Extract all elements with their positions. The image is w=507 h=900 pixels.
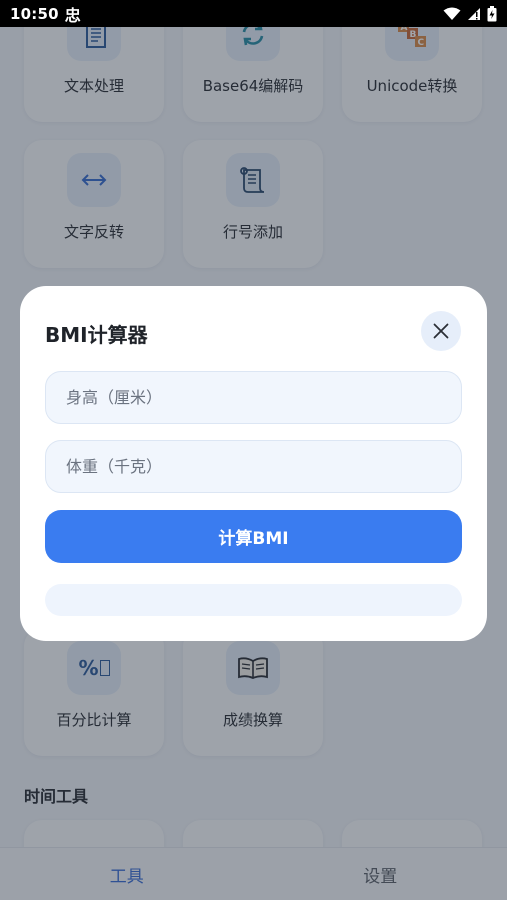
dialog-title: BMI计算器	[45, 323, 148, 347]
status-bar: 10:50 忠	[0, 0, 507, 27]
notification-glyph-icon: 忠	[64, 5, 81, 25]
status-icons	[443, 5, 497, 22]
bmi-dialog: BMI计算器 计算BMI	[20, 286, 487, 641]
height-input[interactable]	[45, 371, 462, 424]
bmi-result-area	[45, 584, 462, 616]
signal-icon	[467, 7, 481, 21]
status-time: 10:50	[10, 4, 59, 23]
wifi-icon	[443, 7, 461, 21]
weight-input[interactable]	[45, 440, 462, 493]
close-button[interactable]	[421, 311, 461, 351]
battery-icon	[487, 5, 497, 22]
calculate-bmi-button[interactable]: 计算BMI	[45, 510, 462, 563]
close-icon	[433, 323, 449, 339]
